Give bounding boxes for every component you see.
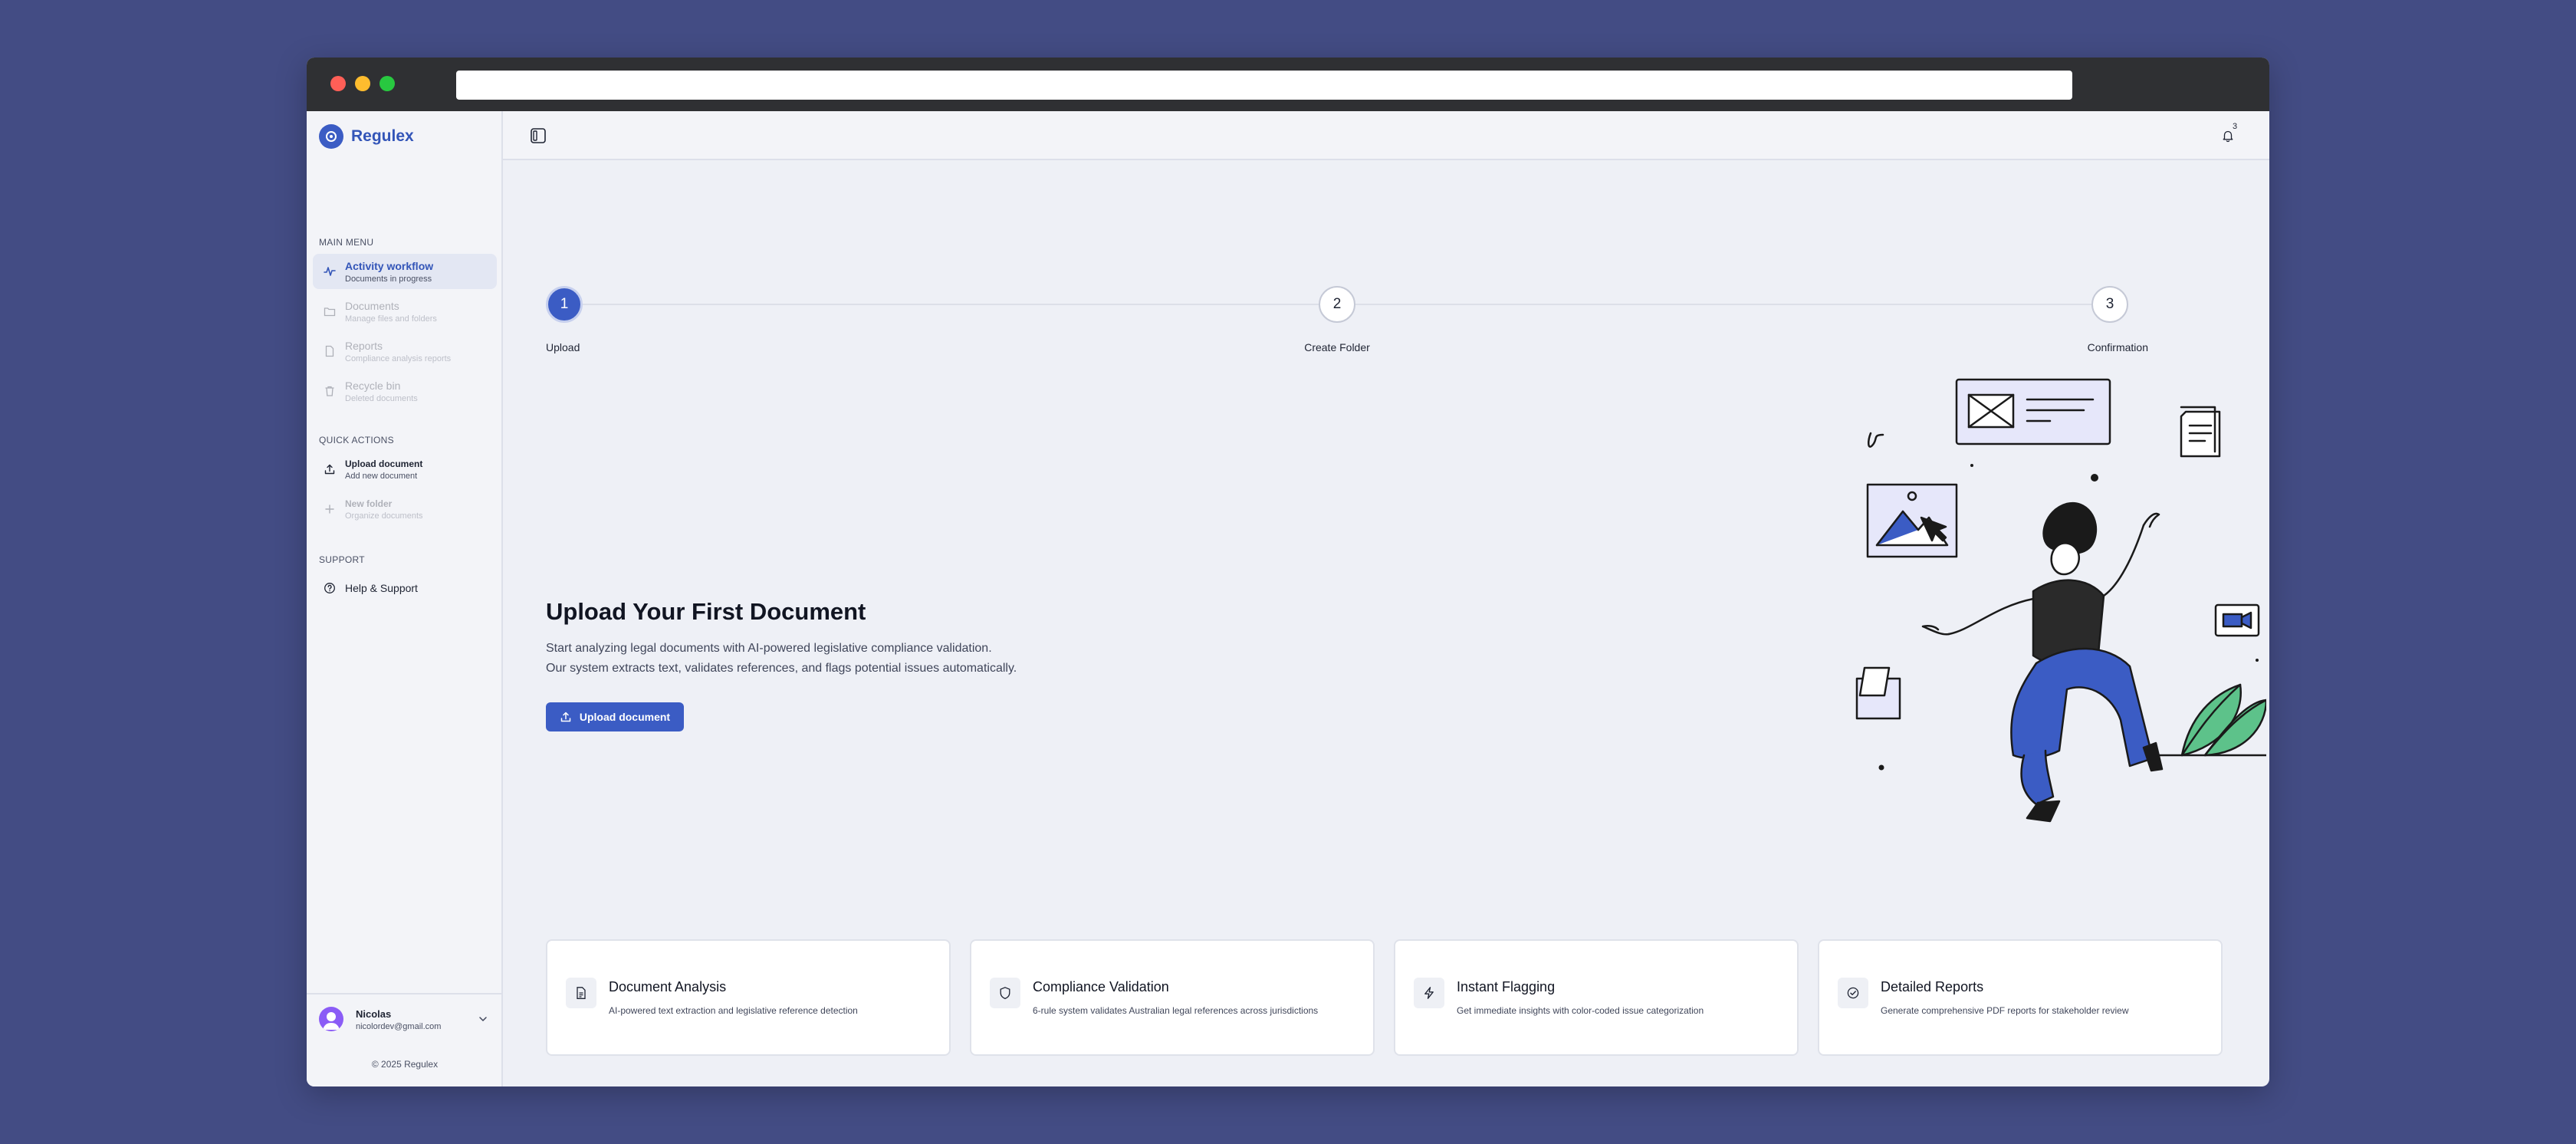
user-menu[interactable]: Nicolas nicolordev@gmail.com © 2025 Regu… [307, 993, 503, 1086]
upload-document-button[interactable]: Upload document [546, 702, 684, 731]
feature-card-title: Detailed Reports [1881, 979, 1984, 994]
hero-description-line-2: Our system extracts text, validates refe… [546, 662, 1017, 675]
address-bar[interactable] [456, 71, 2072, 100]
brand[interactable]: Regulex [319, 123, 414, 150]
quick-actions-label: QUICK ACTIONS [319, 435, 394, 445]
activity-icon [322, 264, 337, 279]
hero-illustration [1855, 378, 2266, 823]
feature-card-description: AI-powered text extraction and legislati… [609, 1005, 858, 1016]
upload-icon [322, 462, 337, 477]
sidebar: Regulex MAIN MENU Activity workflow Docu… [307, 111, 503, 1086]
upload-icon [560, 711, 572, 723]
feature-card-description: Generate comprehensive PDF reports for s… [1881, 1005, 2129, 1016]
sidebar-item-activity-workflow[interactable]: Activity workflow Documents in progress [313, 254, 497, 289]
quick-action-title: New folder [345, 498, 393, 509]
upload-document-label: Upload document [579, 711, 671, 723]
lightning-icon [1414, 978, 1444, 1008]
step-1-label: Upload [546, 341, 580, 353]
help-icon [322, 580, 337, 596]
step-3-label: Confirmation [2087, 341, 2148, 353]
step-3-indicator: 3 [2091, 286, 2128, 323]
plus-icon [322, 501, 337, 517]
minimize-window-button[interactable] [355, 76, 370, 91]
sidebar-item-documents: Documents Manage files and folders [313, 294, 497, 329]
sidebar-item-subtitle: Documents in progress [345, 274, 432, 284]
sidebar-toggle-button[interactable] [527, 125, 549, 146]
page-title: Upload Your First Document [546, 598, 866, 625]
brand-name: Regulex [351, 127, 414, 145]
quick-action-upload-document[interactable]: Upload document Add new document [313, 452, 497, 487]
step-2-label: Create Folder [1304, 341, 1370, 353]
quick-action-subtitle: Organize documents [345, 511, 423, 521]
stepper-connector [583, 304, 1319, 305]
step-1-indicator: 1 [546, 286, 583, 323]
user-email: nicolordev@gmail.com [356, 1022, 442, 1031]
quick-action-subtitle: Add new document [345, 471, 418, 481]
hero-description-line-1: Start analyzing legal documents with AI-… [546, 642, 992, 655]
sidebar-item-title: Recycle bin [345, 379, 401, 392]
quick-action-title: Upload document [345, 458, 423, 469]
sidebar-item-recycle-bin: Recycle bin Deleted documents [313, 373, 497, 409]
shield-icon [990, 978, 1020, 1008]
close-window-button[interactable] [330, 76, 346, 91]
feature-card-description: 6-rule system validates Australian legal… [1033, 1005, 1319, 1016]
feature-card-detailed-reports: Detailed Reports Generate comprehensive … [1818, 939, 2223, 1056]
main-menu-label: MAIN MENU [319, 237, 374, 248]
support-label: SUPPORT [319, 554, 365, 565]
sidebar-item-subtitle: Manage files and folders [345, 314, 437, 324]
feature-card-instant-flagging: Instant Flagging Get immediate insights … [1394, 939, 1799, 1056]
check-circle-icon [1838, 978, 1868, 1008]
sidebar-item-title: Help & Support [345, 582, 418, 594]
folder-icon [322, 304, 337, 319]
file-icon [322, 344, 337, 359]
sidebar-item-subtitle: Deleted documents [345, 393, 418, 403]
document-icon [566, 978, 596, 1008]
trash-icon [322, 383, 337, 399]
step-2-indicator: 2 [1319, 286, 1355, 323]
feature-card-description: Get immediate insights with color-coded … [1457, 1005, 1704, 1016]
sidebar-item-subtitle: Compliance analysis reports [345, 353, 452, 363]
copyright: © 2025 Regulex [371, 1059, 439, 1070]
sidebar-item-help-support[interactable]: Help & Support [313, 574, 497, 602]
sidebar-item-title: Documents [345, 299, 399, 312]
sidebar-item-title: Activity workflow [345, 259, 434, 272]
avatar [319, 1007, 343, 1031]
feature-card-compliance-validation: Compliance Validation 6-rule system vali… [970, 939, 1375, 1056]
feature-card-title: Compliance Validation [1033, 979, 1169, 994]
logo-icon [319, 124, 343, 149]
title-bar [307, 58, 2269, 111]
stepper-connector [1355, 304, 2091, 305]
user-name: Nicolas [356, 1008, 392, 1020]
notification-count: 3 [2233, 122, 2238, 131]
maximize-window-button[interactable] [380, 76, 395, 91]
browser-window: Regulex MAIN MENU Activity workflow Docu… [307, 58, 2269, 1086]
main-content: 3 1 Upload 2 Create Folder 3 Confirmatio… [503, 111, 2269, 1086]
chevron-down-icon[interactable] [477, 1013, 489, 1025]
quick-action-new-folder: New folder Organize documents [313, 491, 497, 527]
feature-card-document-analysis: Document Analysis AI-powered text extrac… [546, 939, 951, 1056]
sidebar-item-reports: Reports Compliance analysis reports [313, 334, 497, 369]
feature-card-title: Document Analysis [609, 979, 727, 994]
top-bar: 3 [503, 111, 2269, 160]
feature-card-title: Instant Flagging [1457, 979, 1556, 994]
sidebar-item-title: Reports [345, 339, 383, 352]
